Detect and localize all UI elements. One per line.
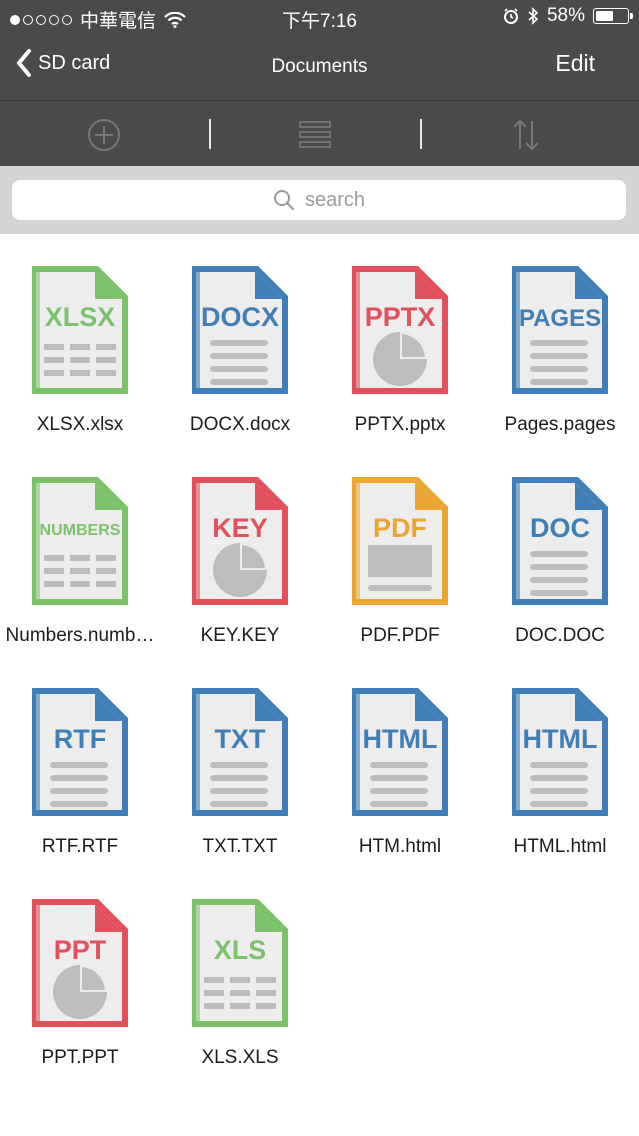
- file-type-badge: HTML: [523, 724, 598, 754]
- view-mode-button[interactable]: [295, 115, 335, 155]
- document-icon: DOCX: [192, 266, 288, 394]
- document-icon: PDF: [352, 477, 448, 605]
- file-name: HTML.html: [513, 836, 607, 857]
- file-name: Numbers.numb…: [5, 625, 155, 646]
- file-item[interactable]: NUMBERS Numbers.numb…: [0, 473, 160, 673]
- list-view-icon: [299, 121, 331, 148]
- file-item[interactable]: PPT PPT.PPT: [0, 895, 160, 1095]
- document-icon: PPTX: [352, 266, 448, 394]
- document-icon: KEY: [192, 477, 288, 605]
- search-icon: [273, 190, 295, 211]
- file-name: RTF.RTF: [41, 836, 119, 857]
- file-item[interactable]: PAGES Pages.pages: [480, 262, 639, 462]
- file-item[interactable]: PPTX PPTX.pptx: [320, 262, 480, 462]
- document-icon: PAGES: [512, 266, 608, 394]
- file-name: TXT.TXT: [202, 836, 278, 857]
- file-type-badge: PDF: [373, 513, 427, 543]
- file-type-badge: DOC: [530, 513, 590, 543]
- file-name: HTM.html: [358, 836, 442, 857]
- toolbar: [0, 100, 639, 167]
- file-item[interactable]: XLS XLS.XLS: [160, 895, 320, 1095]
- file-type-badge: HTML: [363, 724, 438, 754]
- file-type-badge: XLS: [214, 935, 267, 965]
- file-type-badge: TXT: [215, 724, 267, 754]
- file-name: PDF.PDF: [360, 625, 440, 646]
- bluetooth-icon: [528, 7, 539, 25]
- navigation-bar: SD card Documents Edit: [0, 34, 639, 100]
- document-icon: TXT: [192, 688, 288, 816]
- document-icon: XLS: [192, 899, 288, 1027]
- search-input[interactable]: search: [12, 180, 626, 220]
- alarm-icon: [503, 8, 518, 24]
- page-title: Documents: [271, 56, 368, 77]
- battery-icon: [593, 8, 633, 24]
- search-placeholder: search: [304, 188, 366, 211]
- file-name: DOC.DOC: [515, 625, 605, 646]
- document-icon: HTML: [512, 688, 608, 816]
- document-icon: RTF: [32, 688, 128, 816]
- file-item[interactable]: XLSX XLSX.xlsx: [0, 262, 160, 462]
- status-right: 58%: [503, 5, 633, 27]
- file-item[interactable]: RTF RTF.RTF: [0, 684, 160, 884]
- toolbar-divider: [209, 119, 211, 149]
- file-type-badge: XLSX: [45, 302, 116, 332]
- add-button[interactable]: [84, 115, 124, 155]
- file-name: DOCX.docx: [189, 414, 291, 435]
- file-type-badge: DOCX: [201, 302, 279, 332]
- file-name: XLSX.xlsx: [36, 414, 124, 435]
- file-name: KEY.KEY: [200, 625, 280, 646]
- file-type-badge: KEY: [212, 513, 268, 543]
- file-type-badge: RTF: [54, 724, 106, 754]
- status-bar: 中華電信 下午7:16 58%: [0, 0, 639, 34]
- toolbar-divider: [420, 119, 422, 149]
- document-icon: HTML: [352, 688, 448, 816]
- file-item[interactable]: PDF PDF.PDF: [320, 473, 480, 673]
- search-area: search: [0, 166, 639, 234]
- file-type-badge: NUMBERS: [40, 522, 121, 539]
- file-type-badge: PAGES: [519, 305, 601, 332]
- document-icon: XLSX: [32, 266, 128, 394]
- file-item[interactable]: DOCX DOCX.docx: [160, 262, 320, 462]
- document-icon: PPT: [32, 899, 128, 1027]
- file-item[interactable]: TXT TXT.TXT: [160, 684, 320, 884]
- edit-button[interactable]: Edit: [555, 50, 595, 77]
- file-item[interactable]: DOC DOC.DOC: [480, 473, 639, 673]
- file-name: Pages.pages: [504, 414, 616, 435]
- file-name: PPT.PPT: [41, 1047, 119, 1068]
- document-icon: DOC: [512, 477, 608, 605]
- file-name: PPTX.pptx: [354, 414, 446, 435]
- plus-circle-icon: [88, 119, 120, 151]
- battery-percent: 58%: [546, 5, 585, 26]
- sort-button[interactable]: [506, 115, 546, 155]
- document-icon: NUMBERS: [32, 477, 128, 605]
- file-type-badge: PPT: [54, 935, 107, 965]
- sort-icon: [513, 119, 539, 151]
- file-item[interactable]: HTML HTML.html: [480, 684, 639, 884]
- file-item[interactable]: HTML HTM.html: [320, 684, 480, 884]
- file-item[interactable]: KEY KEY.KEY: [160, 473, 320, 673]
- file-name: XLS.XLS: [201, 1047, 279, 1068]
- file-type-badge: PPTX: [365, 302, 436, 332]
